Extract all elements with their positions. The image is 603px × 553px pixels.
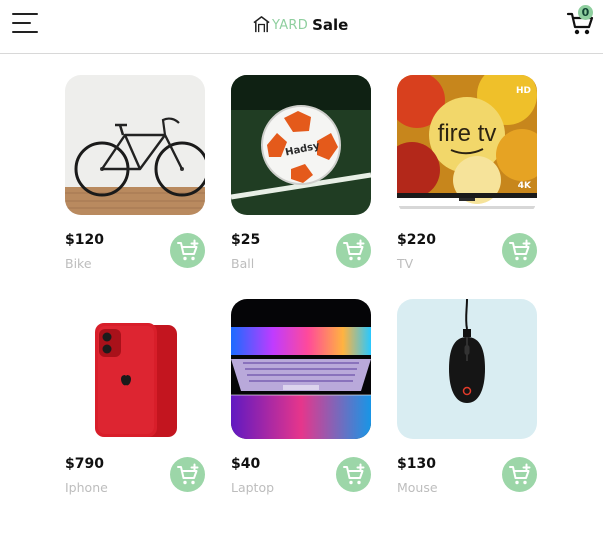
add-to-cart-icon — [176, 239, 198, 260]
add-to-cart-icon — [508, 463, 530, 484]
product-card: $790 Iphone — [65, 299, 205, 495]
hamburger-menu-icon[interactable] — [12, 13, 38, 35]
product-image-bike[interactable] — [65, 75, 205, 215]
product-image-tv[interactable]: fire tv HD 4K — [397, 75, 537, 215]
product-image-iphone[interactable] — [65, 299, 205, 439]
product-name: Ball — [231, 256, 255, 271]
product-card: $40 Laptop — [231, 299, 371, 495]
product-price: $790 — [65, 456, 104, 472]
add-to-cart-button[interactable] — [502, 457, 537, 492]
product-card: fire tv HD 4K $220 TV — [397, 75, 537, 271]
product-name: Laptop — [231, 480, 275, 495]
add-to-cart-button[interactable] — [170, 233, 205, 268]
brand-name: Sale — [312, 15, 349, 34]
brand-prefix: YARD — [272, 17, 309, 33]
add-to-cart-icon — [508, 239, 530, 260]
tv-hd-badge: HD — [516, 86, 531, 96]
product-name: TV — [397, 256, 414, 271]
tv-4k-badge: 4K — [518, 181, 532, 191]
product-image-ball[interactable]: Hadsy — [231, 75, 371, 215]
product-name: Bike — [65, 256, 92, 271]
add-to-cart-button[interactable] — [502, 233, 537, 268]
product-image-laptop[interactable] — [231, 299, 371, 439]
product-image-mouse[interactable] — [397, 299, 537, 439]
product-price: $120 — [65, 232, 104, 248]
brand-logo[interactable]: YARD Sale — [252, 12, 348, 36]
add-to-cart-button[interactable] — [170, 457, 205, 492]
tv-brand-text: fire tv — [438, 120, 497, 147]
add-to-cart-button[interactable] — [336, 457, 371, 492]
app-header: YARD Sale 0 — [0, 0, 603, 54]
product-name: Iphone — [65, 480, 108, 495]
add-to-cart-icon — [342, 463, 364, 484]
product-price: $40 — [231, 456, 261, 472]
product-card: $120 Bike — [65, 75, 205, 271]
product-price: $220 — [397, 232, 436, 248]
add-to-cart-icon — [176, 463, 198, 484]
product-name: Mouse — [397, 480, 438, 495]
add-to-cart-icon — [342, 239, 364, 260]
product-price: $25 — [231, 232, 261, 248]
add-to-cart-button[interactable] — [336, 233, 371, 268]
cart-count-badge: 0 — [578, 5, 593, 20]
product-card: $130 Mouse — [397, 299, 537, 495]
product-card: Hadsy $25 Ball — [231, 75, 371, 271]
product-price: $130 — [397, 456, 436, 472]
house-icon — [253, 15, 270, 32]
